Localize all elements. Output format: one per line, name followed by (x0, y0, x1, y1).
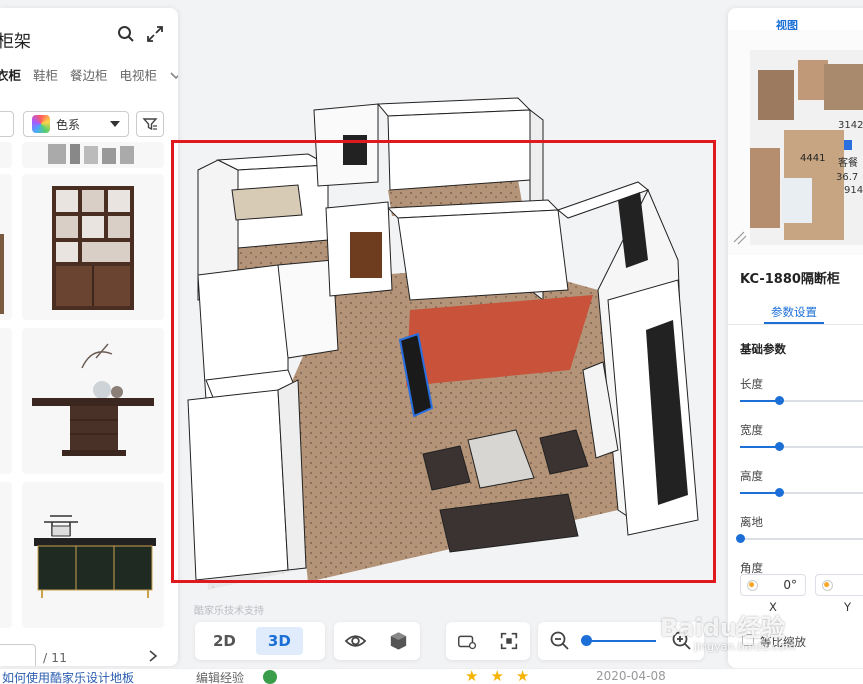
support-text: 酷家乐技术支持 (194, 606, 264, 617)
section-title: 基础参数 (740, 342, 786, 356)
product-card[interactable] (0, 174, 12, 320)
elevation-slider[interactable] (736, 534, 863, 543)
rotation-icon (822, 580, 833, 591)
zoom-slider[interactable] (581, 635, 656, 646)
angle-y-input[interactable] (815, 574, 863, 596)
property-panel: 视图 3142 4441 客餐 36.7 914 KC-1880隔断柜 参数设置… (728, 8, 863, 668)
product-thumbnail (52, 186, 134, 310)
category-tab-shoe-cabinet[interactable]: 鞋柜 (33, 65, 58, 84)
page-number-input[interactable] (0, 644, 36, 666)
product-thumbnail (0, 234, 4, 314)
length-slider[interactable] (740, 396, 863, 405)
product-thumbnail (32, 343, 154, 456)
product-title: KC-1880隔断柜 (740, 272, 840, 287)
chevron-down-icon[interactable] (169, 68, 178, 82)
minimap-room-label: 客餐 (838, 156, 858, 169)
angle-x-input[interactable]: 0° (740, 574, 806, 596)
cube-icon[interactable] (387, 629, 410, 653)
product-card[interactable] (22, 142, 164, 168)
product-thumbnail (48, 144, 134, 164)
zoom-out-icon[interactable] (548, 629, 572, 653)
param-label-height: 高度 (740, 469, 763, 483)
minimap-area: 36.7 (836, 172, 858, 183)
param-label-elevation: 离地 (740, 515, 763, 529)
page-total: / 11 (43, 650, 68, 665)
display-tools (334, 622, 420, 660)
axis-label-y: Y (844, 600, 852, 614)
color-palette-icon (32, 115, 50, 133)
catalog-panel: 柜架 衣柜 鞋柜 餐边柜 电视柜 色系 / 11 (0, 8, 178, 666)
param-label-width: 宽度 (740, 423, 763, 437)
filter-icon (142, 118, 158, 131)
eye-icon[interactable] (344, 629, 367, 653)
product-card[interactable] (0, 142, 12, 168)
category-tab-sideboard[interactable]: 餐边柜 (70, 65, 108, 84)
floor-plan-minimap[interactable]: 3142 4441 客餐 36.7 914 (728, 30, 863, 255)
minimap-dimension: 4441 (800, 153, 825, 164)
zoom-slider-handle[interactable] (581, 635, 592, 646)
category-tabs: 衣柜 鞋柜 餐边柜 电视柜 (0, 65, 178, 84)
window (343, 135, 367, 165)
article-strip: 如何使用酷家乐设计地板 编辑经验 ★★★ 2020-04-08 (0, 667, 863, 684)
watermark-brand: Baidu经验 (660, 614, 785, 642)
height-slider[interactable] (740, 488, 863, 497)
product-card[interactable] (0, 482, 12, 628)
param-label-length: 长度 (740, 377, 763, 391)
color-filter-select[interactable]: 色系 (23, 111, 129, 137)
watermark-url: jingyan.baidu.com (694, 640, 796, 653)
view-mode-3d[interactable]: 3D (255, 627, 303, 655)
width-slider[interactable] (740, 442, 863, 451)
fit-view-icon[interactable] (498, 629, 520, 653)
minimap-dimension: 3142 (838, 120, 863, 131)
filter-dropdown[interactable] (0, 111, 14, 137)
color-filter-label: 色系 (56, 117, 81, 132)
camera-tools (446, 622, 530, 660)
advanced-filter-button[interactable] (136, 111, 164, 137)
product-card[interactable] (22, 482, 164, 628)
article-link[interactable]: 如何使用酷家乐设计地板 (2, 669, 134, 684)
tab-divider (728, 324, 863, 325)
category-tab-wardrobe[interactable]: 衣柜 (0, 65, 21, 84)
3d-floor-plan-render[interactable] (178, 90, 726, 600)
view-mode-2d[interactable]: 2D (201, 627, 248, 655)
article-date: 2020-04-08 (596, 669, 666, 683)
product-card[interactable] (22, 328, 164, 474)
rotation-icon (747, 580, 758, 591)
tab-parameter-settings[interactable]: 参数设置 (771, 304, 817, 320)
minimap-dimension: 914 (844, 185, 863, 196)
product-card[interactable] (0, 328, 12, 474)
camera-settings-icon[interactable] (456, 629, 478, 653)
view-mode-switch: 2D 3D (195, 622, 325, 660)
expand-icon[interactable] (146, 25, 164, 43)
rating-stars: ★★★ (465, 667, 542, 684)
product-card[interactable] (22, 174, 164, 320)
3d-viewport[interactable]: 酷家乐技术支持 2D 3D (178, 0, 726, 684)
article-category: 编辑经验 (196, 671, 245, 684)
author-avatar (263, 670, 277, 684)
caret-down-icon (110, 121, 120, 127)
baidu-watermark: Baidu经验 jingyan.baidu.com (660, 608, 810, 653)
angle-x-value: 0° (783, 578, 797, 592)
door (350, 232, 382, 278)
category-tab-tv-cabinet[interactable]: 电视柜 (120, 65, 158, 84)
catalog-title: 柜架 (0, 32, 31, 52)
product-thumbnail (34, 515, 156, 598)
search-icon[interactable] (117, 25, 135, 43)
chevron-right-icon[interactable] (146, 649, 160, 663)
